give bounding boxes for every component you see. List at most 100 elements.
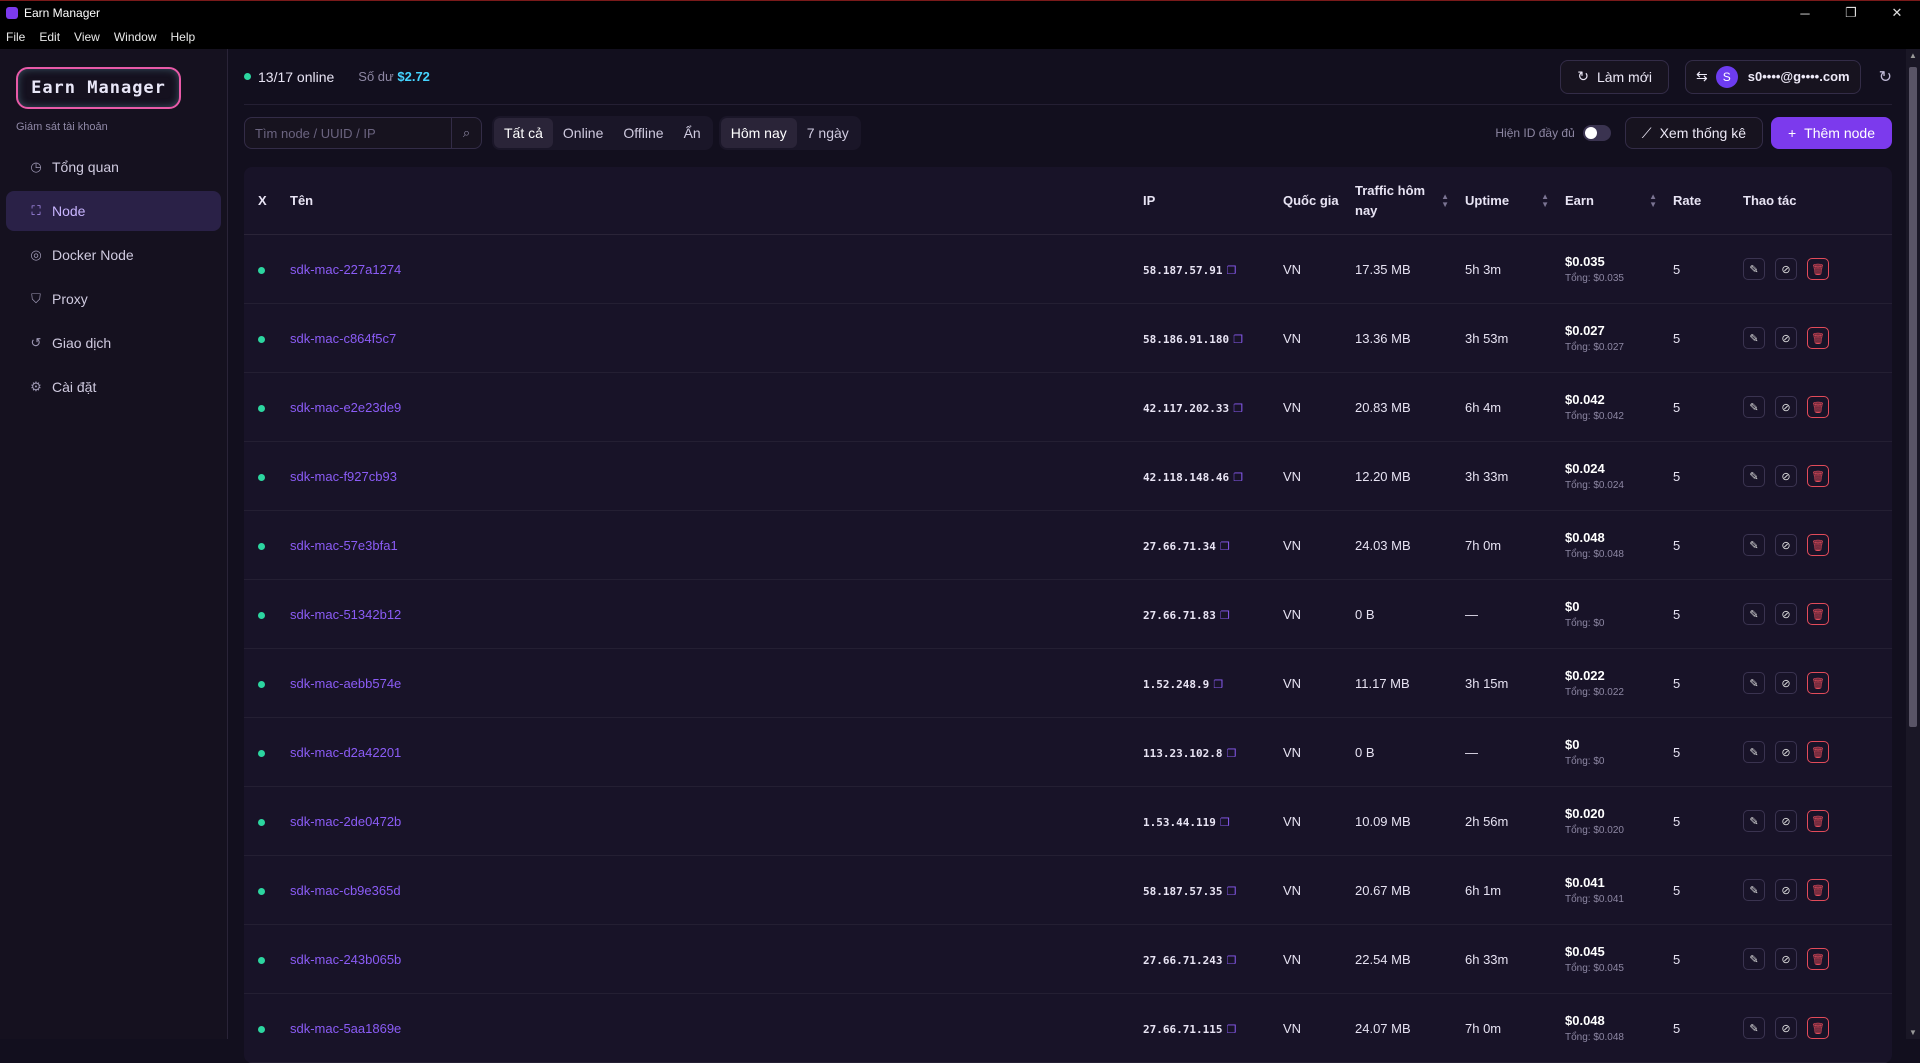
hide-icon[interactable]: ⊘ (1775, 327, 1797, 349)
maximize-button[interactable]: ❐ (1828, 1, 1874, 25)
hide-icon[interactable]: ⊘ (1775, 258, 1797, 280)
edit-icon[interactable]: ✎ (1743, 879, 1765, 901)
delete-icon[interactable]: 🗑 (1807, 327, 1829, 349)
menu-window[interactable]: Window (114, 30, 157, 44)
node-name-link[interactable]: sdk-mac-2de0472b (290, 814, 401, 829)
hide-icon[interactable]: ⊘ (1775, 810, 1797, 832)
scrollbar-thumb[interactable] (1909, 67, 1917, 727)
hide-icon[interactable]: ⊘ (1775, 396, 1797, 418)
delete-icon[interactable]: 🗑 (1807, 258, 1829, 280)
show-id-toggle[interactable] (1582, 125, 1611, 141)
edit-icon[interactable]: ✎ (1743, 465, 1765, 487)
delete-icon[interactable]: 🗑 (1807, 465, 1829, 487)
reload-icon[interactable]: ↻ (1879, 67, 1892, 87)
search-icon[interactable]: ⌕ (451, 118, 481, 148)
delete-icon[interactable]: 🗑 (1807, 1017, 1829, 1039)
filter-hidden[interactable]: Ẩn (674, 118, 711, 148)
minimize-button[interactable]: ─ (1782, 1, 1828, 25)
col-ip[interactable]: IP (1135, 193, 1275, 208)
edit-icon[interactable]: ✎ (1743, 534, 1765, 556)
stats-button[interactable]: ⟋ Xem thống kê (1624, 117, 1763, 149)
hide-icon[interactable]: ⊘ (1775, 603, 1797, 625)
hide-icon[interactable]: ⊘ (1775, 879, 1797, 901)
hide-icon[interactable]: ⊘ (1775, 948, 1797, 970)
node-name-link[interactable]: sdk-mac-5aa1869e (290, 1021, 401, 1036)
hide-icon[interactable]: ⊘ (1775, 465, 1797, 487)
copy-icon[interactable]: ❐ (1226, 955, 1236, 967)
filter-all[interactable]: Tất cả (494, 118, 553, 148)
col-uptime[interactable]: Uptime ▲ ▼ (1457, 192, 1557, 208)
filter-offline[interactable]: Offline (613, 118, 673, 148)
col-traffic[interactable]: Traffic hôm nay ▲ ▼ (1347, 181, 1457, 221)
menu-view[interactable]: View (74, 30, 100, 44)
node-name-link[interactable]: sdk-mac-227a1274 (290, 262, 401, 277)
traffic-cell: 17.35 MB (1355, 261, 1411, 277)
copy-icon[interactable]: ❐ (1220, 610, 1230, 622)
copy-icon[interactable]: ❐ (1226, 886, 1236, 898)
edit-icon[interactable]: ✎ (1743, 810, 1765, 832)
delete-icon[interactable]: 🗑 (1807, 741, 1829, 763)
hide-icon[interactable]: ⊘ (1775, 1017, 1797, 1039)
edit-icon[interactable]: ✎ (1743, 741, 1765, 763)
hide-icon[interactable]: ⊘ (1775, 672, 1797, 694)
sidebar-item-transactions[interactable]: ↺ Giao dịch (6, 323, 221, 363)
sidebar-item-settings[interactable]: ⚙ Cài đặt (6, 367, 221, 407)
edit-icon[interactable]: ✎ (1743, 327, 1765, 349)
copy-icon[interactable]: ❐ (1226, 265, 1236, 277)
col-name[interactable]: Tên (290, 193, 1135, 208)
sidebar-item-node[interactable]: ⛶ Node (6, 191, 221, 231)
node-name-link[interactable]: sdk-mac-cb9e365d (290, 883, 401, 898)
copy-icon[interactable]: ❐ (1220, 541, 1230, 553)
scroll-up-icon[interactable]: ▲ (1909, 51, 1917, 60)
close-button[interactable]: ✕ (1874, 1, 1920, 25)
node-name-link[interactable]: sdk-mac-d2a42201 (290, 745, 401, 760)
menu-edit[interactable]: Edit (39, 30, 60, 44)
col-x[interactable]: X (244, 193, 290, 208)
node-name-link[interactable]: sdk-mac-aebb574e (290, 676, 401, 691)
delete-icon[interactable]: 🗑 (1807, 672, 1829, 694)
edit-icon[interactable]: ✎ (1743, 672, 1765, 694)
delete-icon[interactable]: 🗑 (1807, 603, 1829, 625)
delete-icon[interactable]: 🗑 (1807, 879, 1829, 901)
col-country[interactable]: Quốc gia (1275, 191, 1347, 211)
hide-icon[interactable]: ⊘ (1775, 741, 1797, 763)
copy-icon[interactable]: ❐ (1226, 1024, 1236, 1036)
copy-icon[interactable]: ❐ (1213, 679, 1223, 691)
delete-icon[interactable]: 🗑 (1807, 396, 1829, 418)
delete-icon[interactable]: 🗑 (1807, 534, 1829, 556)
copy-icon[interactable]: ❐ (1233, 403, 1243, 415)
edit-icon[interactable]: ✎ (1743, 603, 1765, 625)
copy-icon[interactable]: ❐ (1220, 817, 1230, 829)
menu-help[interactable]: Help (171, 30, 196, 44)
edit-icon[interactable]: ✎ (1743, 1017, 1765, 1039)
col-earn[interactable]: Earn ▲ ▼ (1557, 192, 1665, 208)
edit-icon[interactable]: ✎ (1743, 948, 1765, 970)
sidebar-item-overview[interactable]: ◷ Tổng quan (6, 147, 221, 187)
scrollbar[interactable]: ▲ ▼ (1906, 49, 1920, 1039)
node-name-link[interactable]: sdk-mac-e2e23de9 (290, 400, 401, 415)
delete-icon[interactable]: 🗑 (1807, 948, 1829, 970)
refresh-button[interactable]: ↻ Làm mới (1560, 59, 1670, 94)
copy-icon[interactable]: ❐ (1233, 472, 1243, 484)
add-node-button[interactable]: + Thêm node (1770, 117, 1892, 149)
scroll-down-icon[interactable]: ▼ (1909, 1028, 1917, 1037)
range-7days[interactable]: 7 ngày (797, 118, 859, 148)
node-name-link[interactable]: sdk-mac-243b065b (290, 952, 401, 967)
node-name-link[interactable]: sdk-mac-51342b12 (290, 607, 401, 622)
node-name-link[interactable]: sdk-mac-c864f5c7 (290, 331, 396, 346)
sidebar-item-proxy[interactable]: ⛉ Proxy (6, 279, 221, 319)
filter-online[interactable]: Online (553, 118, 613, 148)
hide-icon[interactable]: ⊘ (1775, 534, 1797, 556)
edit-icon[interactable]: ✎ (1743, 258, 1765, 280)
search-input[interactable] (245, 118, 451, 148)
sidebar-item-docker-node[interactable]: ◎ Docker Node (6, 235, 221, 275)
delete-icon[interactable]: 🗑 (1807, 810, 1829, 832)
account-button[interactable]: ⇆ Ss0••••@g••••.com (1685, 59, 1861, 94)
node-name-link[interactable]: sdk-mac-57e3bfa1 (290, 538, 398, 553)
copy-icon[interactable]: ❐ (1226, 748, 1236, 760)
menu-file[interactable]: File (6, 30, 25, 44)
edit-icon[interactable]: ✎ (1743, 396, 1765, 418)
node-name-link[interactable]: sdk-mac-f927cb93 (290, 469, 397, 484)
range-today[interactable]: Hôm nay (720, 118, 797, 148)
copy-icon[interactable]: ❐ (1233, 334, 1243, 346)
